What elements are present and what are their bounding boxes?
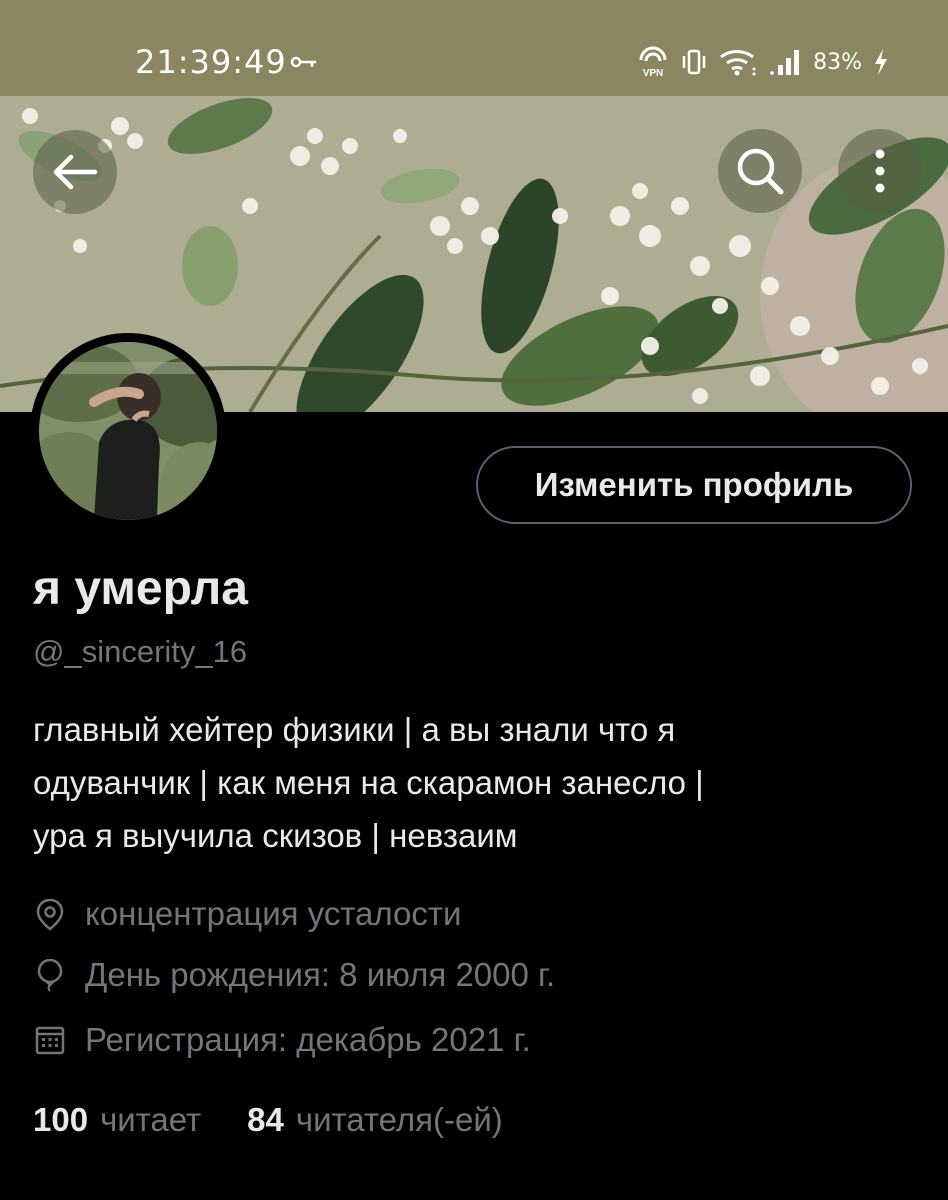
vpn-icon: VPN (639, 46, 667, 78)
arrow-left-icon (53, 154, 98, 190)
following-label: читает (100, 1101, 202, 1138)
followers-link[interactable]: 84 читателя(-ей) (247, 1098, 503, 1142)
more-options-button[interactable] (838, 129, 922, 213)
bio-line: одуванчик | как меня на скарамон занесло… (33, 764, 704, 801)
vpn-label: VPN (643, 68, 664, 78)
avatar[interactable] (30, 333, 226, 529)
status-bar: 21:39:49 VPN 83% (0, 0, 948, 96)
key-icon (290, 56, 316, 68)
followers-count: 84 (247, 1101, 284, 1138)
calendar-icon (35, 1026, 65, 1055)
profile-bio: главный хейтер физики | а вы знали что я… (33, 703, 913, 862)
charging-icon (875, 49, 887, 75)
bio-line: главный хейтер физики | а вы знали что я (33, 711, 676, 748)
edit-profile-button[interactable]: Изменить профиль (476, 446, 912, 524)
search-button[interactable] (718, 129, 802, 213)
battery-percent: 83% (813, 49, 862, 75)
location-pin-icon (36, 898, 64, 931)
avatar-image (39, 342, 217, 520)
profile-birthday: День рождения: 8 июля 2000 г. (33, 953, 555, 997)
profile-joined: Регистрация: декабрь 2021 г. (33, 1018, 531, 1062)
more-vertical-icon (875, 149, 885, 193)
profile-location: концентрация усталости (33, 892, 461, 936)
followers-label: читателя(-ей) (295, 1101, 503, 1138)
profile-display-name: я умерла (33, 562, 248, 615)
balloon-icon (37, 958, 63, 992)
signal-icon (770, 50, 800, 75)
birthday-text: День рождения: 8 июля 2000 г. (85, 956, 556, 993)
joined-text: Регистрация: декабрь 2021 г. (85, 1021, 531, 1058)
profile-handle: @_sincerity_16 (33, 634, 248, 669)
back-button[interactable] (33, 130, 117, 214)
search-icon (737, 148, 784, 195)
bio-line: ура я выучила скизов | невзаим (33, 817, 518, 854)
vibrate-icon (682, 49, 706, 75)
status-time: 21:39:49 (135, 43, 287, 81)
following-count: 100 (33, 1101, 89, 1138)
status-icons: VPN 83% (637, 40, 890, 84)
following-link[interactable]: 100 читает (33, 1098, 201, 1142)
location-text: концентрация усталости (85, 895, 462, 932)
follow-stats: 100 читает 84 читателя(-ей) (33, 1098, 549, 1142)
wifi-icon (720, 50, 756, 76)
